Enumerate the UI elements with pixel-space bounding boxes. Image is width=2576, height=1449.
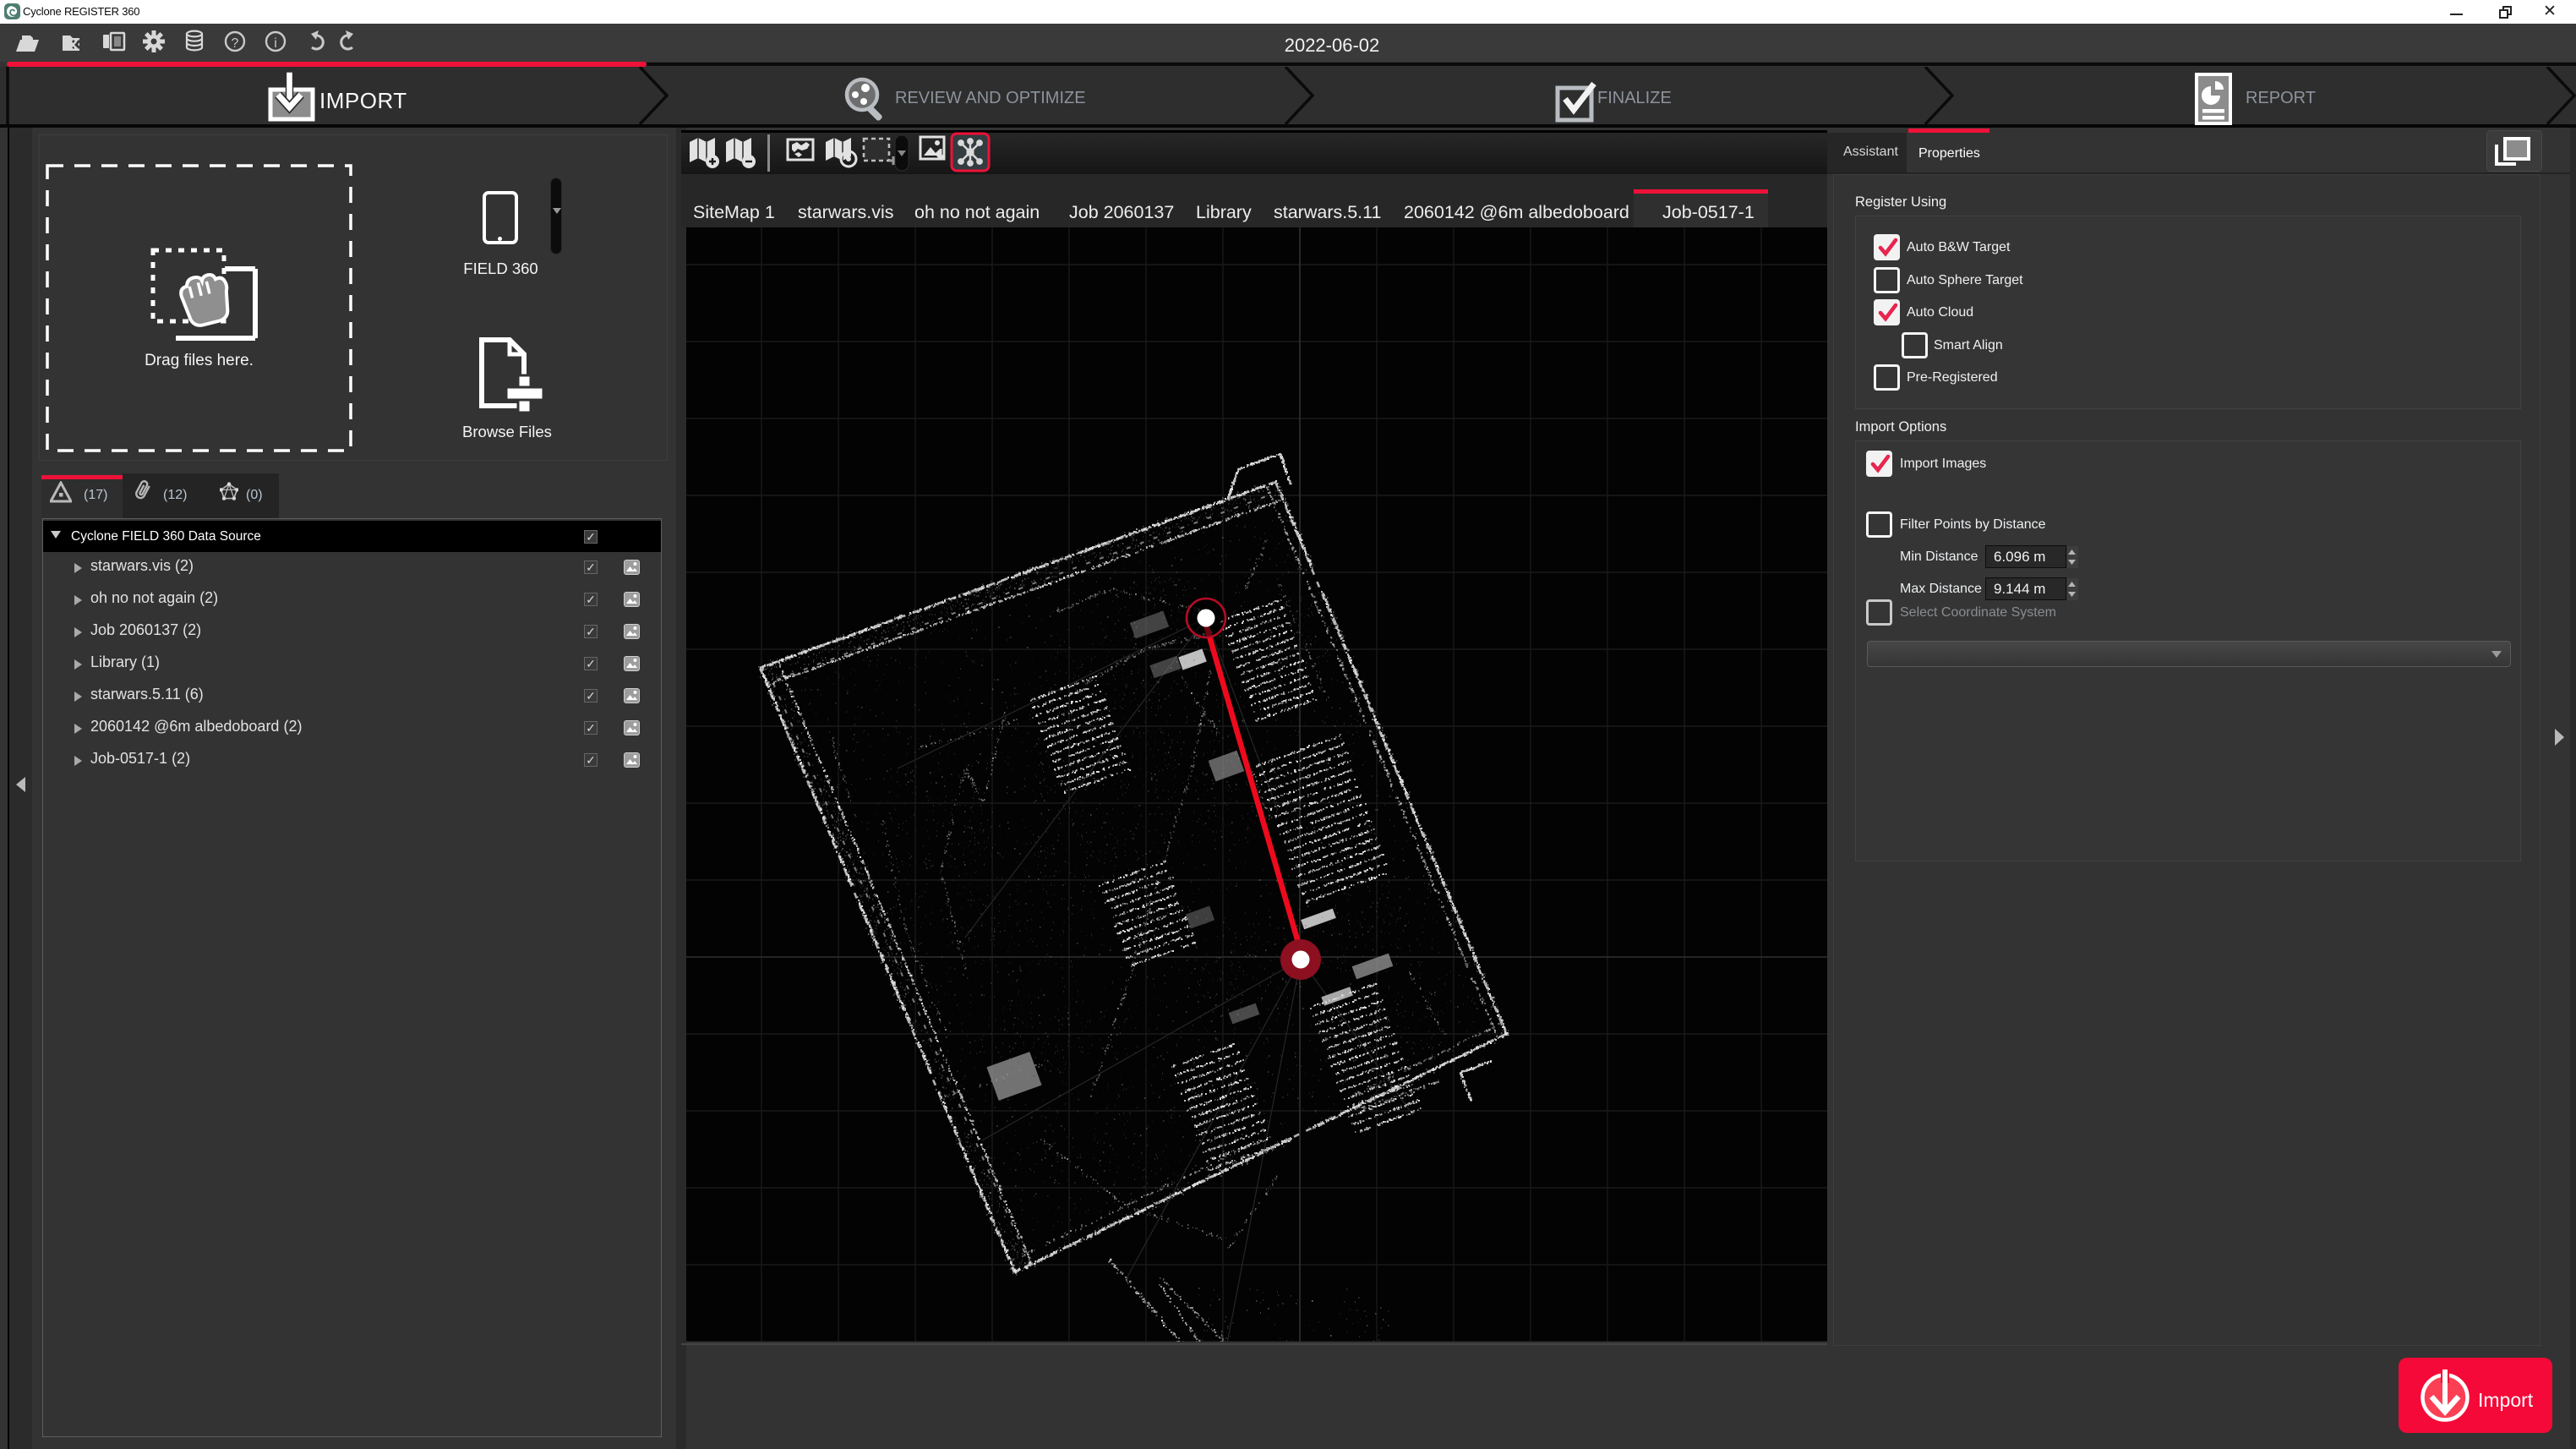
svg-text:?: ? <box>232 36 239 51</box>
svg-text:i: i <box>274 36 277 51</box>
